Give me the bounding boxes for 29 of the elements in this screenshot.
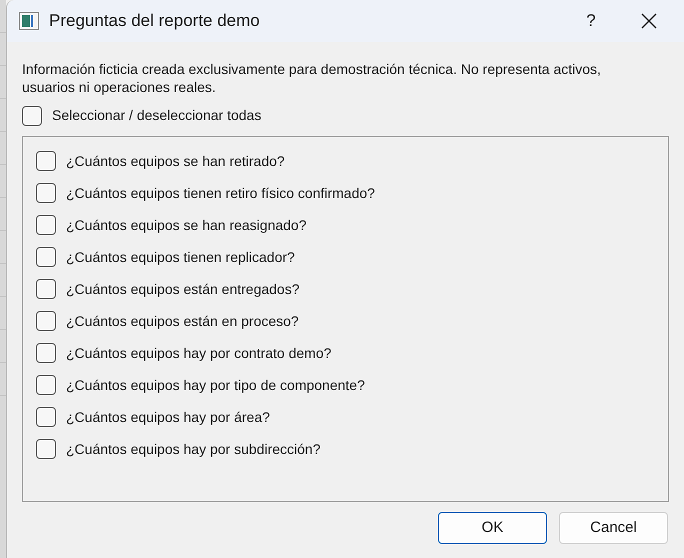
cancel-button[interactable]: Cancel [559,512,668,544]
checkbox[interactable] [36,151,56,171]
question-label[interactable]: ¿Cuántos equipos se han retirado? [66,150,285,172]
question-label[interactable]: ¿Cuántos equipos hay por área? [66,406,270,428]
notice-text: Información ficticia creada exclusivamente para demostración técnica. No representa activos, usuarios ni operaciones reales. [22,60,602,96]
close-icon [641,13,657,29]
checkbox[interactable] [22,106,42,126]
checkbox[interactable] [36,407,56,427]
checkbox[interactable] [36,343,56,363]
question-label[interactable]: ¿Cuántos equipos hay por contrato demo? [66,342,332,364]
question-label[interactable]: ¿Cuántos equipos se han reasignado? [66,214,307,236]
checkbox[interactable] [36,439,56,459]
app-icon [19,12,39,30]
question-label[interactable]: ¿Cuántos equipos están entregados? [66,278,300,300]
question-label[interactable]: ¿Cuántos equipos tienen replicador? [66,246,295,268]
checkbox[interactable] [36,279,56,299]
checkbox[interactable] [36,183,56,203]
select-all-label[interactable]: Seleccionar / deseleccionar todas [52,105,262,126]
checkbox[interactable] [36,311,56,331]
checkbox[interactable] [36,215,56,235]
checkbox[interactable] [36,247,56,267]
window-title: Preguntas del reporte demo [49,10,260,32]
question-label[interactable]: ¿Cuántos equipos están en proceso? [66,310,299,332]
question-label[interactable]: ¿Cuántos equipos tienen retiro físico confirmado? [66,182,375,204]
ok-button[interactable]: OK [438,512,547,544]
question-label[interactable]: ¿Cuántos equipos hay por tipo de componente? [66,374,365,396]
checkbox[interactable] [36,375,56,395]
help-button[interactable]: ? [568,0,614,42]
question-label[interactable]: ¿Cuántos equipos hay por subdirección? [66,438,320,460]
